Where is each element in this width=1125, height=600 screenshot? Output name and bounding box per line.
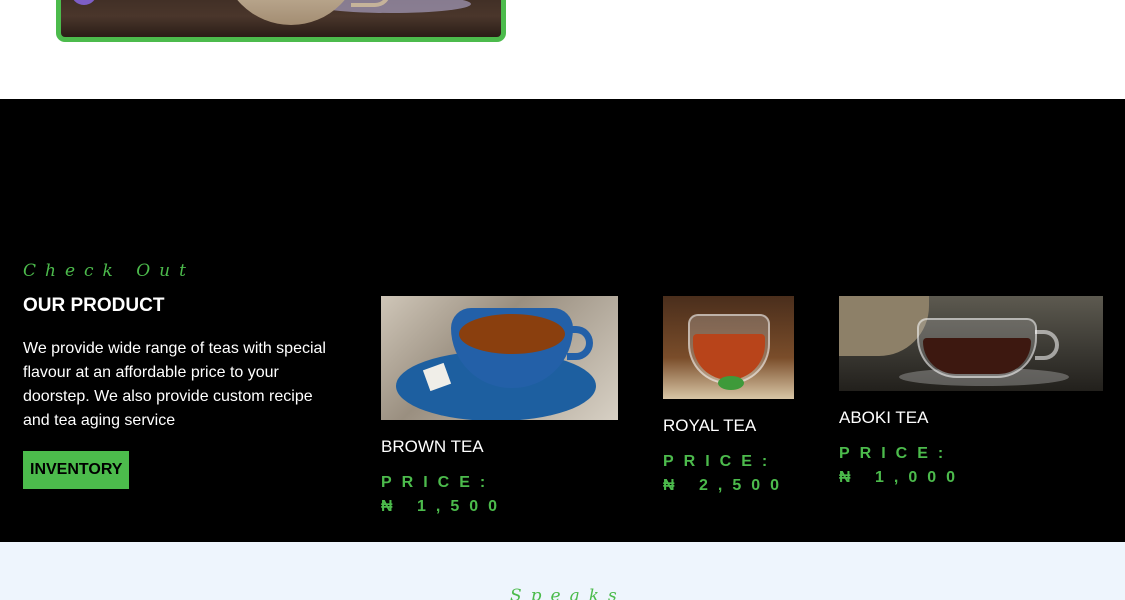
product-name: BROWN TEA — [381, 437, 484, 456]
testimonial-section: Speaks — [0, 542, 1125, 600]
flower-decoration — [71, 0, 97, 5]
price-value: ₦ 1,000 — [839, 469, 966, 486]
aboki-tea-image — [839, 296, 1103, 391]
cup-decoration — [221, 0, 361, 25]
royal-tea-image — [663, 296, 794, 399]
hero-image — [56, 0, 506, 42]
section-description: We provide wide range of teas with speci… — [23, 340, 326, 429]
section-eyebrow: Check Out — [23, 261, 195, 281]
product-price: PRICE: ₦ 2,500 — [663, 450, 794, 498]
brown-tea-image — [381, 296, 618, 420]
price-label: PRICE: — [381, 474, 496, 491]
product-card-aboki-tea[interactable]: ABOKI TEA PRICE: ₦ 1,000 — [839, 296, 1103, 490]
product-card-royal-tea[interactable]: ROYAL TEA PRICE: ₦ 2,500 — [663, 296, 794, 498]
product-name: ROYAL TEA — [663, 416, 757, 435]
section-title: OUR PRODUCT — [23, 295, 165, 316]
hero-section — [0, 0, 1125, 99]
product-price: PRICE: ₦ 1,000 — [839, 442, 1103, 490]
product-section: Check Out OUR PRODUCT We provide wide ra… — [0, 99, 1125, 542]
product-name: ABOKI TEA — [839, 408, 929, 427]
product-price: PRICE: ₦ 1,500 — [381, 471, 618, 519]
price-value: ₦ 2,500 — [663, 477, 790, 494]
product-card-brown-tea[interactable]: BROWN TEA PRICE: ₦ 1,500 — [381, 296, 618, 519]
price-label: PRICE: — [839, 445, 954, 462]
price-label: PRICE: — [663, 453, 778, 470]
price-value: ₦ 1,500 — [381, 498, 508, 515]
product-intro: Check Out OUR PRODUCT We provide wide ra… — [23, 261, 343, 489]
section-eyebrow: Speaks — [510, 586, 626, 600]
inventory-button[interactable]: INVENTORY — [23, 451, 130, 489]
